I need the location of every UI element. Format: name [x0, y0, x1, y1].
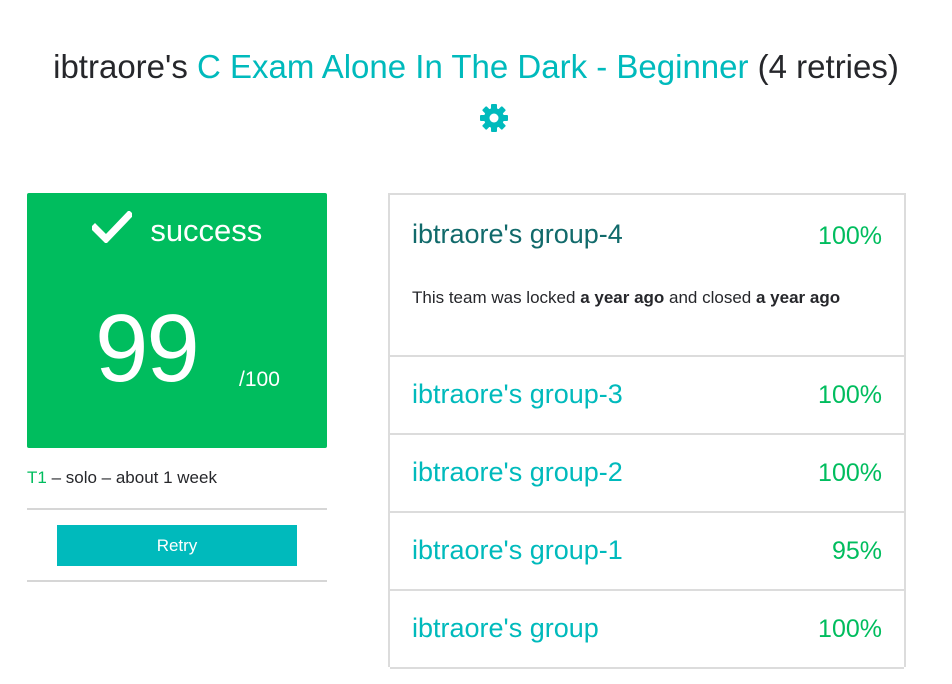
lock-note: This team was locked a year ago and clos…: [412, 283, 862, 313]
group-item[interactable]: ibtraore's group-4 100% This team was lo…: [390, 195, 904, 357]
group-score: 95%: [831, 537, 882, 565]
team-meta: T1 – solo – about 1 week: [27, 468, 217, 488]
title-user: ibtraore's: [53, 48, 188, 85]
team-meta-rest: – solo – about 1 week: [46, 468, 217, 487]
group-name[interactable]: ibtraore's group-3: [412, 379, 623, 410]
locked-time: a year ago: [580, 288, 665, 307]
group-item[interactable]: ibtraore's group 100%: [390, 591, 904, 669]
divider: [27, 508, 327, 510]
team-number: T1: [27, 468, 47, 487]
group-name[interactable]: ibtraore's group-1: [412, 535, 623, 566]
final-score: 99: [95, 295, 200, 402]
closed-time: a year ago: [755, 288, 841, 307]
group-name[interactable]: ibtraore's group-2: [412, 457, 623, 488]
groups-list: ibtraore's group-4 100% This team was lo…: [388, 193, 906, 669]
project-link[interactable]: C Exam Alone In The Dark - Beginner: [197, 48, 749, 85]
group-score: 100%: [818, 459, 882, 487]
divider: [27, 580, 327, 582]
group-name[interactable]: ibtraore's group: [412, 613, 599, 644]
lock-note-prefix: This team was locked: [412, 288, 581, 307]
group-score: 100%: [818, 615, 882, 643]
group-item[interactable]: ibtraore's group-2 100%: [390, 435, 904, 513]
retries-count: (4 retries): [757, 48, 899, 85]
group-score: 100%: [818, 381, 882, 409]
status-label: success: [150, 213, 263, 248]
score-max: /100: [239, 368, 280, 391]
group-score: 100%: [818, 222, 882, 250]
lock-note-middle: and closed: [664, 288, 756, 307]
gear-icon[interactable]: [479, 95, 509, 148]
group-item[interactable]: ibtraore's group-3 100%: [390, 357, 904, 435]
group-name[interactable]: ibtraore's group-4: [412, 219, 623, 250]
retry-button[interactable]: Retry: [57, 525, 297, 566]
status-row: success: [27, 210, 327, 251]
page-title: ibtraore's C Exam Alone In The Dark - Be…: [40, 40, 912, 148]
check-icon: [89, 210, 134, 251]
group-item[interactable]: ibtraore's group-1 95%: [390, 513, 904, 591]
score-card: success 99 /100: [27, 193, 327, 448]
